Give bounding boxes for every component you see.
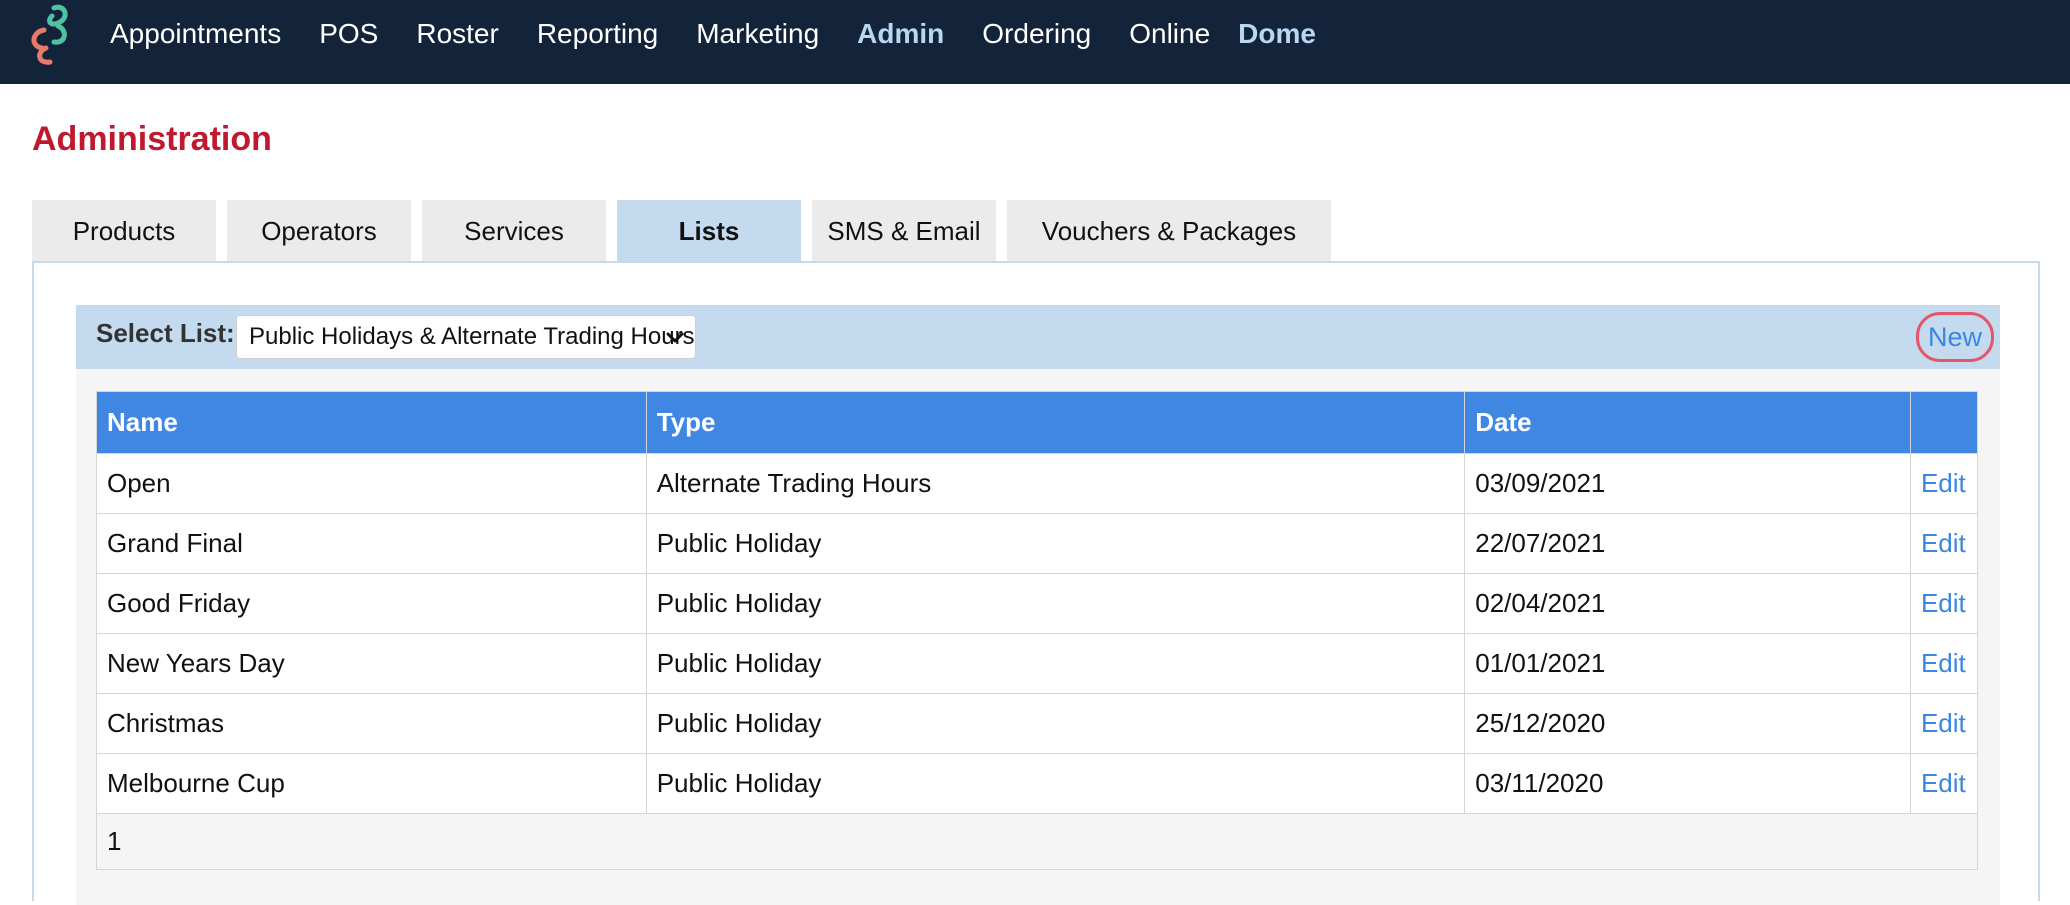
column-header-actions [1909, 391, 1979, 454]
list-select-dropdown[interactable]: Public Holidays & Alternate Trading Hour… [236, 315, 696, 359]
cell-date: 03/11/2020 [1464, 753, 1911, 814]
list-container: Select List: Public Holidays & Alternate… [76, 305, 2000, 905]
edit-link[interactable]: Edit [1909, 633, 1979, 694]
cell-date: 22/07/2021 [1464, 513, 1911, 574]
top-nav-bar: Appointments POS Roster Reporting Market… [0, 0, 2070, 84]
edit-link[interactable]: Edit [1909, 753, 1979, 814]
edit-link[interactable]: Edit [1909, 453, 1979, 514]
cell-name: Grand Final [96, 513, 647, 574]
list-items-table: Name Type Date Open Alternate Trading Ho… [96, 391, 1979, 870]
new-list-item-button[interactable]: New [1916, 312, 1994, 362]
cell-type: Public Holiday [645, 633, 1466, 694]
tab-products[interactable]: Products [32, 200, 216, 262]
list-select-value: Public Holidays & Alternate Trading Hour… [249, 323, 695, 350]
cell-type: Alternate Trading Hours [645, 453, 1466, 514]
main-nav: Appointments POS Roster Reporting Market… [110, 0, 1354, 68]
nav-item-admin[interactable]: Admin [857, 18, 944, 50]
tab-lists[interactable]: Lists [617, 200, 801, 262]
table-row: Christmas Public Holiday 25/12/2020 Edit [96, 693, 1979, 754]
cell-name: Open [96, 453, 647, 514]
cell-name: Good Friday [96, 573, 647, 634]
swirl-logo-icon[interactable] [24, 2, 76, 68]
tab-operators[interactable]: Operators [227, 200, 411, 262]
edit-link[interactable]: Edit [1909, 513, 1979, 574]
admin-tabs: Products Operators Services Lists SMS & … [32, 200, 1342, 262]
cell-type: Public Holiday [645, 753, 1466, 814]
table-row: New Years Day Public Holiday 01/01/2021 … [96, 633, 1979, 694]
cell-date: 25/12/2020 [1464, 693, 1911, 754]
cell-name: Melbourne Cup [96, 753, 647, 814]
table-row: Melbourne Cup Public Holiday 03/11/2020 … [96, 753, 1979, 814]
edit-link[interactable]: Edit [1909, 693, 1979, 754]
nav-item-dome[interactable]: Dome [1238, 18, 1316, 50]
tab-services[interactable]: Services [422, 200, 606, 262]
nav-item-appointments[interactable]: Appointments [110, 18, 281, 50]
column-header-name[interactable]: Name [96, 391, 647, 454]
edit-link[interactable]: Edit [1909, 573, 1979, 634]
cell-date: 02/04/2021 [1464, 573, 1911, 634]
tab-panel: Select List: Public Holidays & Alternate… [32, 261, 2040, 905]
select-list-label: Select List: [96, 318, 235, 348]
table-row: Open Alternate Trading Hours 03/09/2021 … [96, 453, 1979, 514]
table-header-row: Name Type Date [96, 391, 1979, 454]
nav-item-reporting[interactable]: Reporting [537, 18, 658, 50]
cell-date: 03/09/2021 [1464, 453, 1911, 514]
cell-type: Public Holiday [645, 693, 1466, 754]
table-row: Grand Final Public Holiday 22/07/2021 Ed… [96, 513, 1979, 574]
tab-vouchers-packages[interactable]: Vouchers & Packages [1007, 200, 1331, 262]
cell-type: Public Holiday [645, 573, 1466, 634]
select-list-bar: Select List: Public Holidays & Alternate… [76, 305, 2000, 369]
cell-name: New Years Day [96, 633, 647, 694]
chevron-down-icon [666, 332, 684, 343]
cell-type: Public Holiday [645, 513, 1466, 574]
column-header-type[interactable]: Type [645, 391, 1466, 454]
page-number-link[interactable]: 1 [96, 813, 1978, 870]
nav-item-pos[interactable]: POS [319, 18, 378, 50]
nav-item-marketing[interactable]: Marketing [696, 18, 819, 50]
nav-item-roster[interactable]: Roster [416, 18, 498, 50]
nav-item-online[interactable]: Online [1129, 18, 1210, 50]
table-row: Good Friday Public Holiday 02/04/2021 Ed… [96, 573, 1979, 634]
tab-sms-email[interactable]: SMS & Email [812, 200, 996, 262]
page-title: Administration [32, 120, 272, 158]
cell-name: Christmas [96, 693, 647, 754]
column-header-date[interactable]: Date [1464, 391, 1911, 454]
cell-date: 01/01/2021 [1464, 633, 1911, 694]
pagination-row: 1 [96, 813, 1978, 870]
nav-item-ordering[interactable]: Ordering [982, 18, 1091, 50]
